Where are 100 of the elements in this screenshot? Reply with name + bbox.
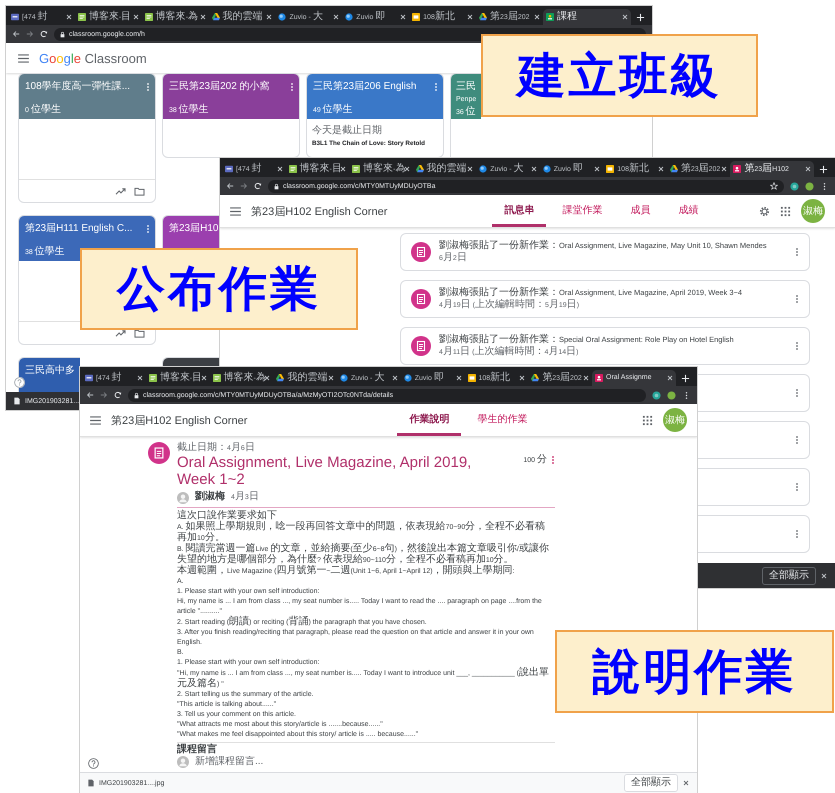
show-all-button[interactable]: 全部顯示	[624, 774, 678, 792]
class-title[interactable]: 第23屆H10	[169, 222, 218, 235]
close-icon[interactable]	[683, 780, 689, 786]
more-icon[interactable]	[795, 529, 799, 539]
forward-icon[interactable]	[240, 182, 248, 190]
course-tab[interactable]: 訊息串	[492, 195, 546, 227]
close-icon[interactable]	[821, 572, 827, 578]
close-icon[interactable]	[658, 166, 664, 172]
reload-icon[interactable]	[254, 182, 262, 190]
close-icon[interactable]	[66, 14, 72, 20]
more-icon[interactable]	[795, 388, 799, 398]
course-tab[interactable]: 成績	[666, 195, 710, 227]
class-title[interactable]: 三民第23屆202 的小窩	[169, 80, 270, 93]
folder-icon[interactable]	[134, 186, 145, 196]
site-icon	[78, 13, 86, 21]
back-icon[interactable]	[86, 391, 94, 399]
close-icon[interactable]	[200, 14, 206, 20]
reload-icon[interactable]	[114, 391, 122, 399]
extension-icon[interactable]	[652, 390, 661, 400]
more-icon[interactable]	[434, 82, 438, 92]
class-card[interactable]: 第23屆H10	[162, 215, 220, 248]
course-title[interactable]: 第23屆H102 English Corner	[251, 204, 388, 218]
menu-icon[interactable]	[230, 206, 241, 216]
apps-icon[interactable]	[780, 206, 791, 216]
assignment-tab[interactable]: 作業說明	[397, 404, 462, 436]
close-icon[interactable]	[266, 14, 272, 20]
close-icon[interactable]	[805, 166, 812, 172]
menu-icon[interactable]	[18, 54, 29, 62]
close-icon[interactable]	[467, 166, 474, 172]
class-title[interactable]: 三民高中多	[25, 364, 75, 377]
close-icon[interactable]	[333, 14, 340, 20]
close-icon[interactable]	[594, 166, 600, 172]
close-icon[interactable]	[622, 14, 628, 20]
new-tab-icon[interactable]	[680, 374, 690, 383]
class-title[interactable]: 三民	[456, 80, 476, 93]
close-icon[interactable]	[534, 14, 540, 20]
assignment-tab[interactable]: 學生的作業	[465, 404, 540, 436]
close-icon[interactable]	[276, 166, 283, 172]
more-icon[interactable]	[795, 482, 799, 492]
forward-icon[interactable]	[26, 30, 34, 38]
close-icon[interactable]	[467, 14, 474, 20]
close-icon[interactable]	[404, 166, 410, 172]
slides-icon	[468, 374, 476, 382]
close-icon[interactable]	[200, 375, 206, 381]
help-icon[interactable]	[88, 758, 99, 769]
classroom-logo[interactable]: Google Classroom	[39, 50, 147, 66]
new-tab-icon[interactable]	[636, 13, 646, 22]
class-title[interactable]: 第23屆H111 English C...	[25, 222, 132, 235]
close-icon[interactable]	[583, 375, 589, 381]
close-icon[interactable]	[340, 166, 346, 172]
browser-tab[interactable]: 我的雲端	[208, 9, 276, 25]
close-icon[interactable]	[530, 166, 537, 172]
course-title[interactable]: 第23屆H102 English Corner	[111, 412, 248, 428]
profile-icon[interactable]	[667, 390, 676, 400]
folder-icon[interactable]	[134, 328, 145, 338]
more-icon[interactable]	[146, 224, 150, 234]
more-icon[interactable]	[795, 341, 799, 351]
show-all-button[interactable]: 全部顯示	[762, 566, 816, 584]
more-icon[interactable]	[290, 82, 294, 92]
browser-tab[interactable]: 我的雲端	[273, 370, 337, 386]
more-icon[interactable]	[795, 435, 799, 445]
class-card[interactable]: 三民高中多	[18, 357, 80, 392]
close-icon[interactable]	[721, 166, 728, 172]
close-icon[interactable]	[328, 375, 334, 381]
course-tab[interactable]: 課堂作業	[550, 195, 614, 227]
close-icon[interactable]	[400, 14, 406, 20]
browser-tab[interactable]: 我的雲端	[412, 161, 476, 177]
back-icon[interactable]	[226, 182, 234, 190]
profile-icon[interactable]	[805, 182, 814, 190]
trend-icon[interactable]	[115, 328, 126, 338]
close-icon[interactable]	[519, 375, 526, 381]
more-icon[interactable]	[795, 294, 799, 304]
apps-icon[interactable]	[642, 414, 653, 426]
forward-icon[interactable]	[100, 391, 108, 399]
close-icon[interactable]	[264, 375, 270, 381]
more-icon[interactable]	[795, 247, 799, 257]
site-icon	[144, 13, 153, 21]
slides-icon	[412, 13, 420, 21]
browser-tab[interactable]: 課程	[542, 9, 632, 25]
back-icon[interactable]	[12, 30, 20, 38]
trend-icon[interactable]	[115, 186, 126, 196]
close-icon[interactable]	[666, 375, 673, 381]
extension-icon[interactable]	[790, 182, 799, 190]
reload-icon[interactable]	[40, 30, 48, 38]
star-icon[interactable]	[770, 182, 778, 190]
class-title[interactable]: 108學年度高一彈性課...	[25, 80, 130, 93]
class-title[interactable]: 三民第23屆206 English	[313, 80, 416, 93]
help-icon[interactable]	[14, 377, 25, 388]
close-icon[interactable]	[392, 375, 398, 381]
close-icon[interactable]	[136, 375, 143, 381]
more-icon[interactable]	[146, 82, 150, 92]
close-icon[interactable]	[132, 14, 139, 20]
course-tab[interactable]: 成員	[618, 195, 662, 227]
settings-icon[interactable]	[759, 206, 770, 216]
site-icon	[352, 165, 360, 173]
menu-icon[interactable]	[90, 416, 101, 424]
drive-icon	[531, 374, 540, 382]
close-icon[interactable]	[456, 375, 462, 381]
new-tab-icon[interactable]	[819, 165, 828, 174]
more-icon[interactable]	[551, 455, 555, 465]
